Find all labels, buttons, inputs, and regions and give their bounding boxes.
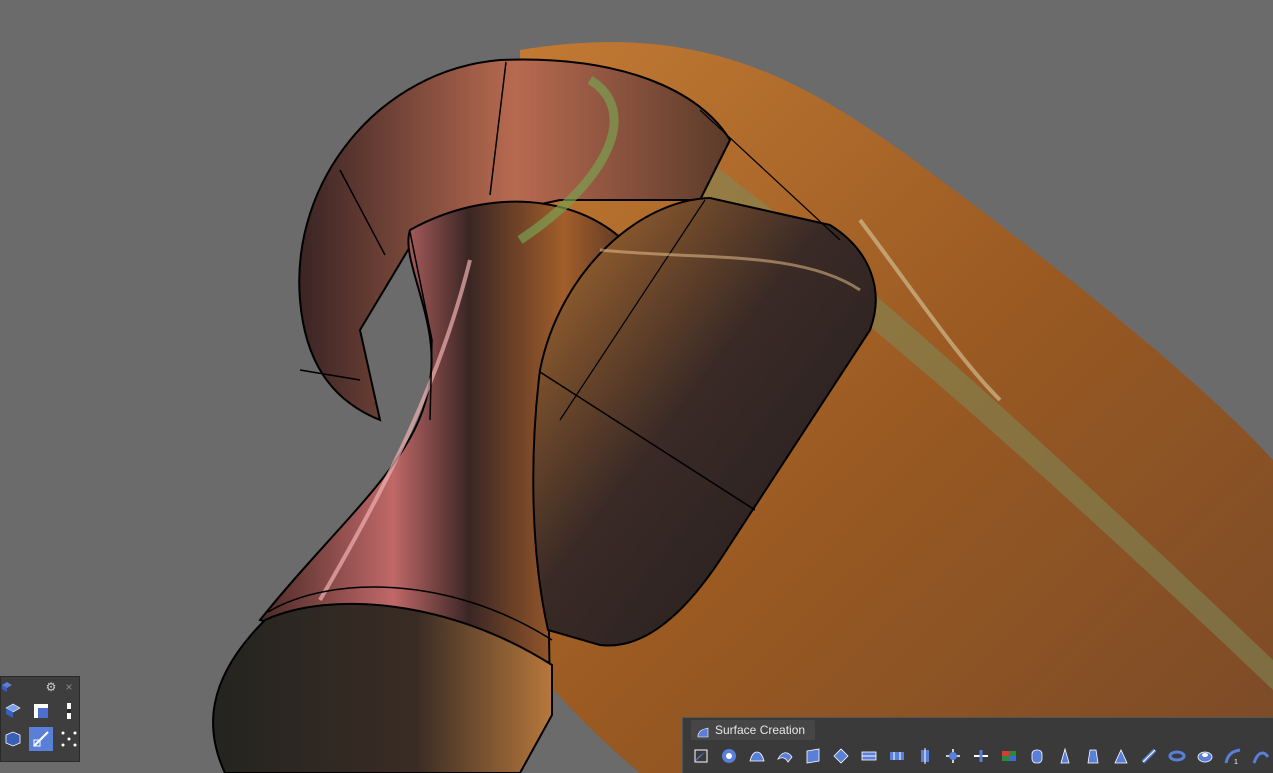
revolve-icon[interactable] [717,744,741,768]
cylinder-icon[interactable] [1025,744,1049,768]
points-grid-icon[interactable] [57,727,81,751]
surface-creation-icon [697,724,709,738]
tab-label: Surface Creation [715,723,806,737]
pipe-icon[interactable] [1137,744,1161,768]
split-vertical-icon[interactable] [57,699,81,723]
pyramid-icon[interactable] [1081,744,1105,768]
floating-toolbar-header[interactable]: ⚙ × [1,677,79,697]
model-icon[interactable] [1,681,13,693]
cone-icon[interactable] [1053,744,1077,768]
gear-icon[interactable]: ⚙ [45,681,57,693]
fillet-icon[interactable] [1249,744,1273,768]
blend-icon[interactable]: 1 [1221,744,1245,768]
surface-icon[interactable] [1,699,25,723]
surface-tools-row: 1 [689,742,1273,770]
diagonal-icon[interactable] [29,727,53,751]
edge-surface-icon[interactable] [969,744,993,768]
rail-revolve-icon[interactable] [885,744,909,768]
svg-text:1: 1 [1234,759,1238,765]
surface-creation-toolbar: Surface Creation 1 [682,717,1273,773]
extrude-icon[interactable] [913,744,937,768]
loft-icon[interactable] [857,744,881,768]
surface-from-points-icon[interactable] [689,744,713,768]
close-icon[interactable]: × [63,681,75,693]
floating-toolbar: ⚙ × [0,676,80,762]
planar-surface-icon[interactable] [801,744,825,768]
3d-viewport[interactable] [0,0,1273,773]
patch-icon[interactable] [941,744,965,768]
torus-icon[interactable] [1165,744,1189,768]
heightfield-icon[interactable] [997,744,1021,768]
tab-surface-creation[interactable]: Surface Creation [691,720,816,740]
network-surface-icon[interactable] [829,744,853,768]
ellipsoid-icon[interactable] [1193,744,1217,768]
square-icon[interactable] [29,699,53,723]
box-icon[interactable] [1,727,25,751]
sweep2-icon[interactable] [773,744,797,768]
rendered-model [212,42,1273,773]
tetra-icon[interactable] [1109,744,1133,768]
sweep1-icon[interactable] [745,744,769,768]
